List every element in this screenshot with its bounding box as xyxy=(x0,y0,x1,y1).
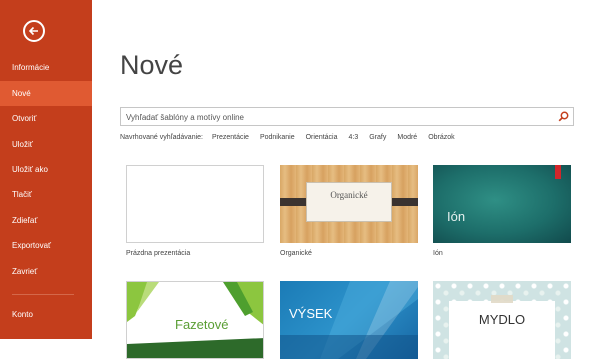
template-label: Organické xyxy=(280,250,312,257)
backstage-sidebar: Informácie Nové Otvoriť Uložiť Uložiť ak… xyxy=(0,0,92,339)
template-thumbnail[interactable]: Ión xyxy=(433,165,571,243)
thumbnail-title: VÝSEK xyxy=(289,306,333,321)
nav-close[interactable]: Zavrieť xyxy=(0,259,92,284)
thumbnail-title: Ión xyxy=(447,209,466,224)
nav-account[interactable]: Konto xyxy=(0,302,92,327)
template-label: Ión xyxy=(433,250,443,257)
back-arrow-icon xyxy=(28,26,38,36)
suggested-link[interactable]: Obrázok xyxy=(428,134,454,141)
nav-info[interactable]: Informácie xyxy=(0,55,92,80)
suggested-label: Navrhované vyhľadávanie: xyxy=(120,134,203,141)
suggested-link[interactable]: 4:3 xyxy=(349,134,359,141)
suggested-link[interactable]: Podnikanie xyxy=(260,134,295,141)
suggested-link[interactable]: Prezentácie xyxy=(212,134,249,141)
page-title: Nové xyxy=(120,50,184,80)
nav-open[interactable]: Otvoriť xyxy=(0,106,92,131)
thumbnail-title: MYDLO xyxy=(478,312,526,327)
suggested-searches: Navrhované vyhľadávanie: Prezentácie Podni… xyxy=(120,134,466,141)
search-box[interactable] xyxy=(120,107,574,127)
template-thumbnail[interactable]: VÝSEK xyxy=(280,281,418,359)
main-panel: Nové Navrhované vyhľadávanie: Prezentácie… xyxy=(92,0,594,359)
template-thumbnail[interactable]: Fazetové xyxy=(126,281,264,359)
suggested-link[interactable]: Orientácia xyxy=(306,134,338,141)
template-thumbnail[interactable]: MYDLO xyxy=(433,281,571,359)
nav-separator xyxy=(12,294,74,295)
nav-export[interactable]: Exportovať xyxy=(0,233,92,258)
nav-save[interactable]: Uložiť xyxy=(0,132,92,157)
template-thumbnail[interactable] xyxy=(126,165,264,243)
back-button[interactable] xyxy=(23,20,45,42)
thumbnail-title: Fazetové xyxy=(175,317,229,332)
nav-save-as[interactable]: Uložiť ako xyxy=(0,157,92,182)
template-label: Prázdna prezentácia xyxy=(126,250,191,257)
nav-print[interactable]: Tlačiť xyxy=(0,182,92,207)
search-input[interactable] xyxy=(121,108,548,127)
suggested-link[interactable]: Modré xyxy=(397,134,417,141)
nav-share[interactable]: Zdieľať xyxy=(0,208,92,233)
template-thumbnail[interactable]: Organické xyxy=(280,165,418,243)
suggested-link[interactable]: Grafy xyxy=(369,134,386,141)
thumbnail-title: Organické xyxy=(330,190,368,200)
search-icon[interactable] xyxy=(558,111,569,122)
nav-new[interactable]: Nové xyxy=(0,81,92,106)
